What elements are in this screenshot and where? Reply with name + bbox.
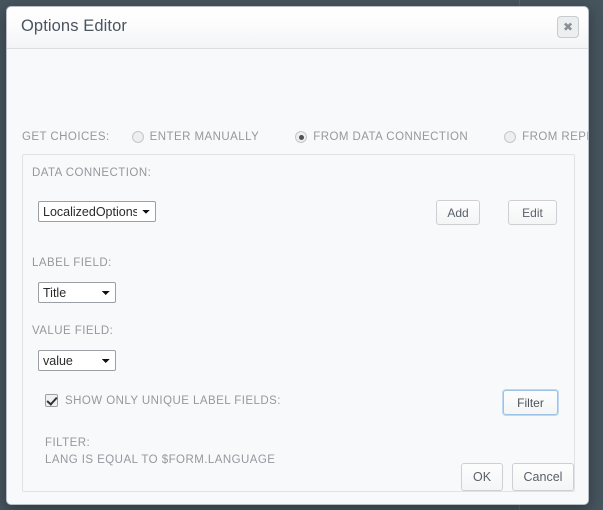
- label-field-select[interactable]: Title: [38, 282, 116, 303]
- get-choices-label: GET CHOICES:: [22, 131, 110, 143]
- radio-icon-enter-manually: [132, 131, 144, 143]
- edit-button[interactable]: Edit: [508, 200, 557, 225]
- data-connection-select[interactable]: LocalizedOptions: [38, 201, 156, 222]
- value-field-select[interactable]: value: [38, 350, 116, 371]
- radio-icon-from-repeating-content: [504, 131, 516, 143]
- cancel-button[interactable]: Cancel: [512, 463, 574, 491]
- dialog-footer: OK Cancel: [7, 449, 588, 505]
- get-choices-row: GET CHOICES: ENTER MANUALLY FROM DATA CO…: [22, 131, 589, 143]
- radio-option-enter-manually[interactable]: ENTER MANUALLY: [132, 131, 282, 143]
- add-button[interactable]: Add: [436, 200, 480, 225]
- radio-label-enter-manually: ENTER MANUALLY: [150, 131, 260, 143]
- radio-option-from-repeating-content[interactable]: FROM REPEATING CONTENT: [504, 131, 589, 143]
- ok-button[interactable]: OK: [461, 463, 503, 491]
- value-field-label: VALUE FIELD:: [32, 325, 113, 337]
- options-editor-dialog: Options Editor ✖ GET CHOICES: ENTER MANU…: [6, 6, 589, 505]
- filter-button[interactable]: Filter: [503, 390, 558, 415]
- radio-option-from-data-connection[interactable]: FROM DATA CONNECTION: [295, 131, 490, 143]
- data-connection-panel: DATA CONNECTION: LocalizedOptions Add Ed…: [22, 154, 575, 492]
- radio-label-from-repeating-content: FROM REPEATING CONTENT: [522, 131, 589, 143]
- data-connection-label: DATA CONNECTION:: [32, 167, 151, 179]
- dialog-header: Options Editor ✖: [7, 7, 588, 49]
- unique-label-fields-checkbox-row[interactable]: SHOW ONLY UNIQUE LABEL FIELDS:: [45, 394, 281, 407]
- radio-icon-from-data-connection: [295, 131, 307, 143]
- filter-label: FILTER:: [45, 437, 275, 449]
- checkbox-icon-unique-label-fields: [45, 394, 58, 407]
- close-icon[interactable]: ✖: [557, 16, 579, 38]
- dialog-body: GET CHOICES: ENTER MANUALLY FROM DATA CO…: [7, 49, 588, 505]
- label-field-label: LABEL FIELD:: [32, 257, 112, 269]
- dialog-title: Options Editor: [21, 17, 127, 36]
- unique-label-fields-label: SHOW ONLY UNIQUE LABEL FIELDS:: [65, 395, 281, 407]
- radio-label-from-data-connection: FROM DATA CONNECTION: [313, 131, 468, 143]
